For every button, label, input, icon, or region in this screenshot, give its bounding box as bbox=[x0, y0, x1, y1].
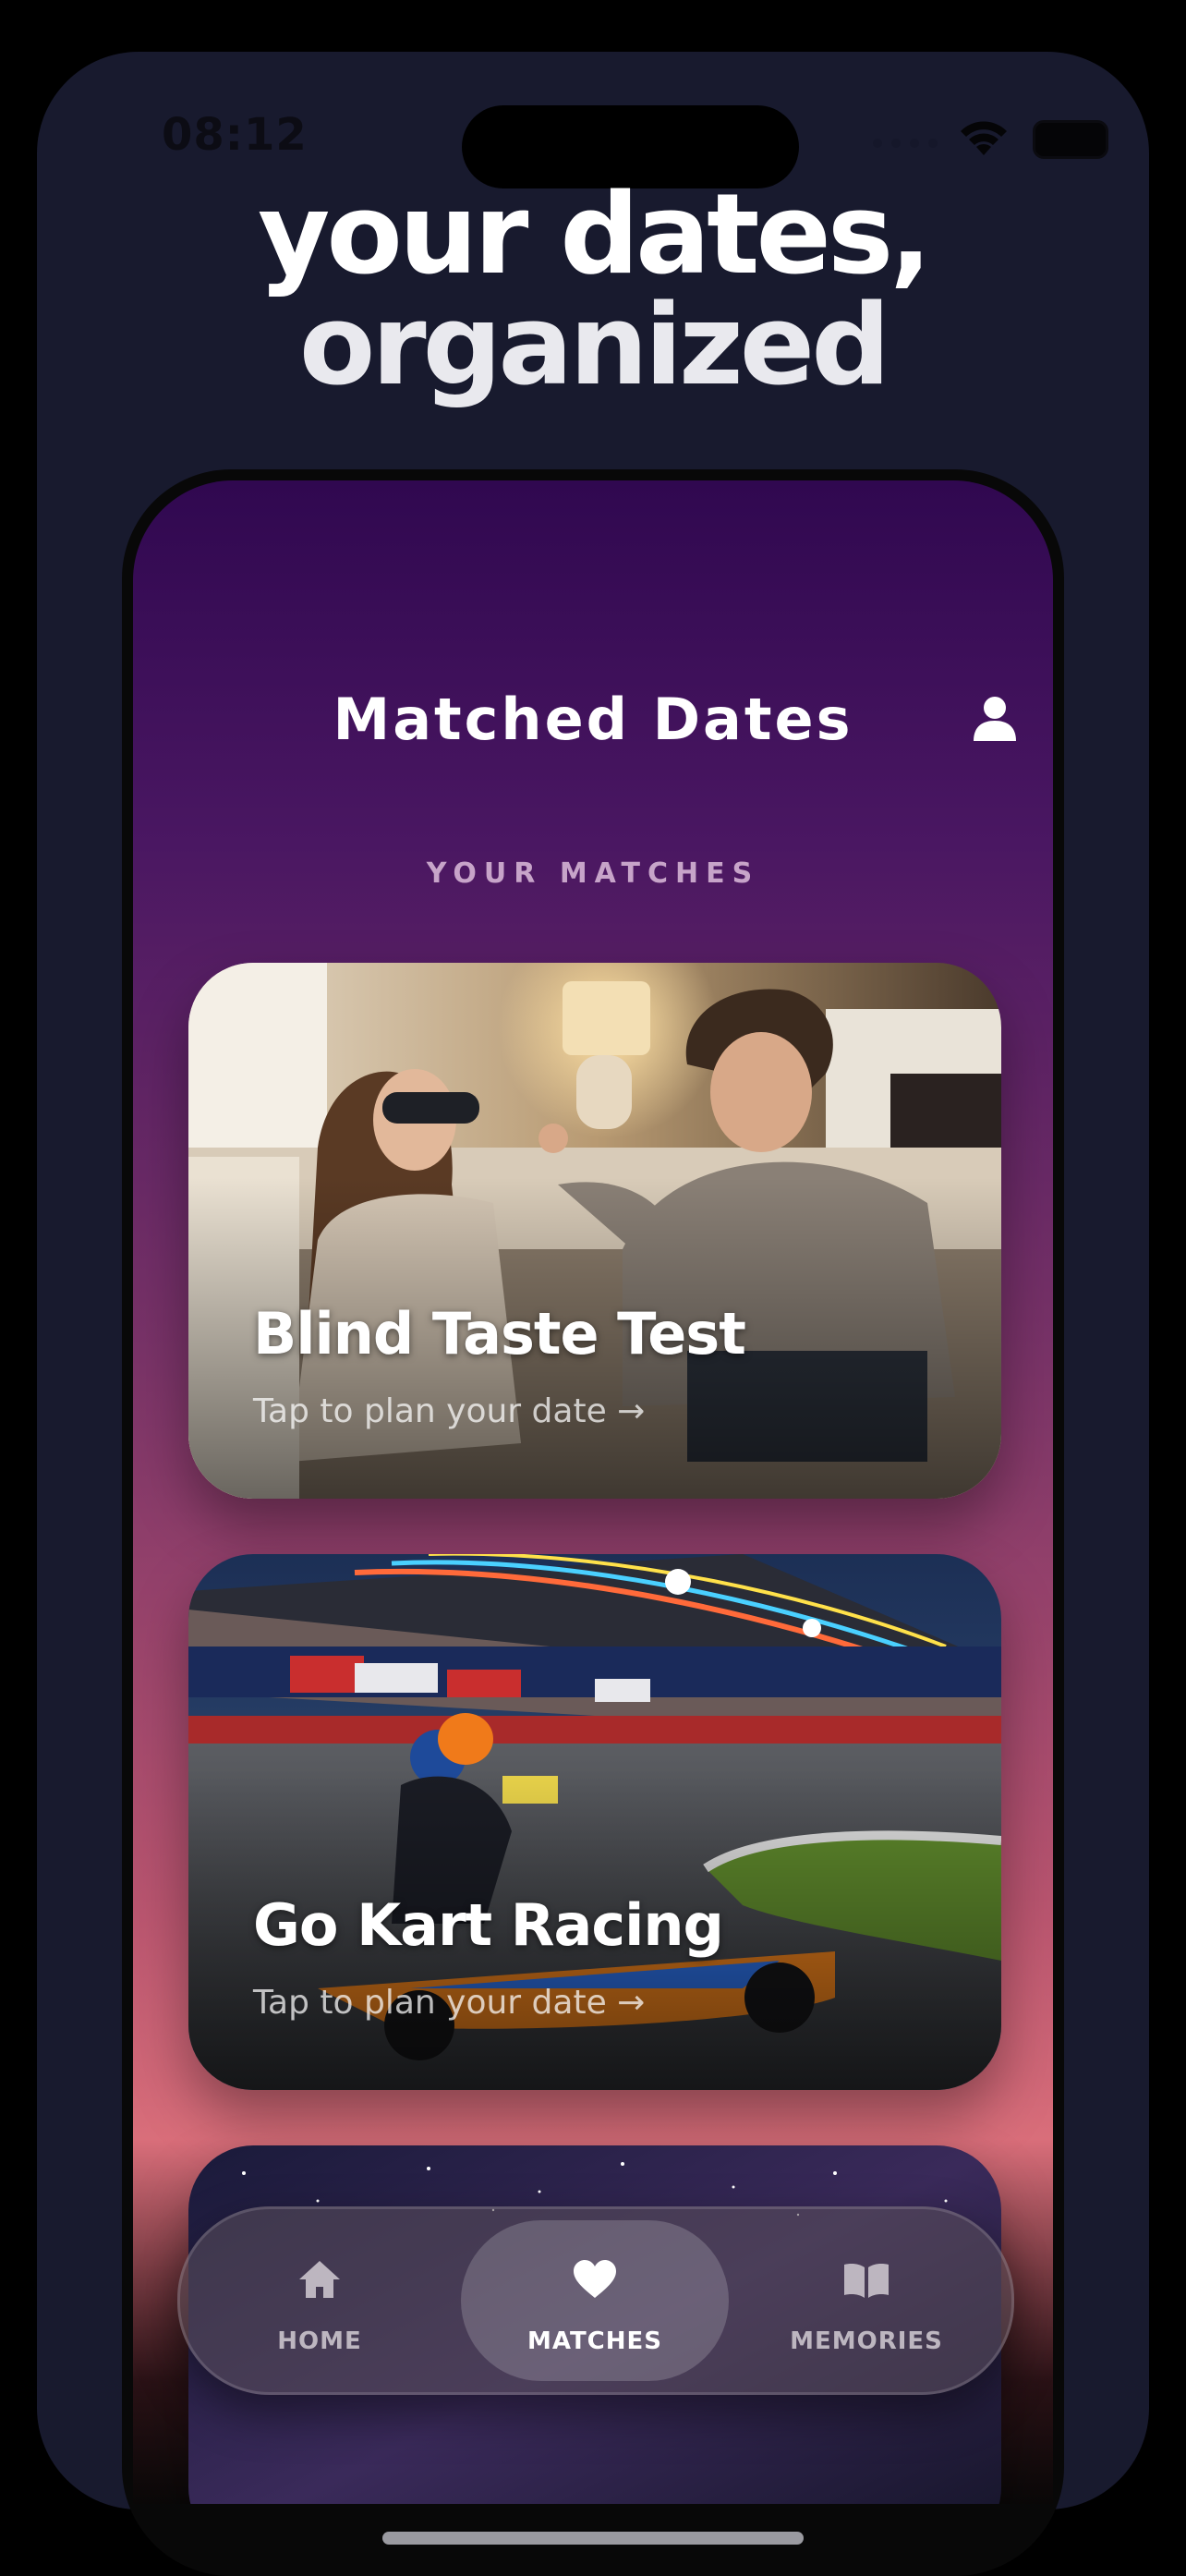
card-title: Go Kart Racing bbox=[253, 1891, 724, 1959]
tab-bar: HOME MATCHES MEMORIES bbox=[177, 2206, 1014, 2395]
book-icon bbox=[732, 2259, 1000, 2300]
date-card-blind-taste-test[interactable]: Blind Taste Test Tap to plan your date → bbox=[188, 963, 1001, 1499]
promo-line-2: organized bbox=[298, 282, 890, 410]
section-label: YOUR MATCHES bbox=[426, 857, 760, 890]
tab-home[interactable]: HOME bbox=[186, 2220, 454, 2381]
heart-icon bbox=[461, 2259, 729, 2300]
card-title: Blind Taste Test bbox=[253, 1300, 746, 1367]
card-subtitle: Tap to plan your date → bbox=[253, 1984, 646, 2022]
tab-label: HOME bbox=[277, 2327, 362, 2355]
card-subtitle: Tap to plan your date → bbox=[253, 1392, 646, 1430]
page-title: Matched Dates bbox=[333, 686, 853, 753]
app-screen: Matched Dates YOUR MATCHES Blind Taste T… bbox=[133, 480, 1053, 2504]
battery-icon bbox=[1033, 120, 1108, 159]
wifi-icon bbox=[956, 118, 1011, 163]
status-time: 08:12 bbox=[162, 109, 308, 161]
tab-matches[interactable]: MATCHES bbox=[461, 2220, 729, 2381]
tab-label: MATCHES bbox=[526, 2327, 663, 2355]
promo-line-1: your dates, bbox=[258, 171, 932, 299]
home-indicator[interactable] bbox=[382, 2532, 804, 2545]
promo-headline: your dates, organized bbox=[0, 180, 1186, 402]
profile-icon[interactable] bbox=[972, 695, 1018, 747]
tab-memories[interactable]: MEMORIES bbox=[732, 2220, 1000, 2381]
home-icon bbox=[186, 2259, 454, 2300]
date-card-go-kart-racing[interactable]: Go Kart Racing Tap to plan your date → bbox=[188, 1554, 1001, 2090]
cellular-signal-icon bbox=[873, 139, 938, 148]
tab-label: MEMORIES bbox=[790, 2327, 943, 2355]
